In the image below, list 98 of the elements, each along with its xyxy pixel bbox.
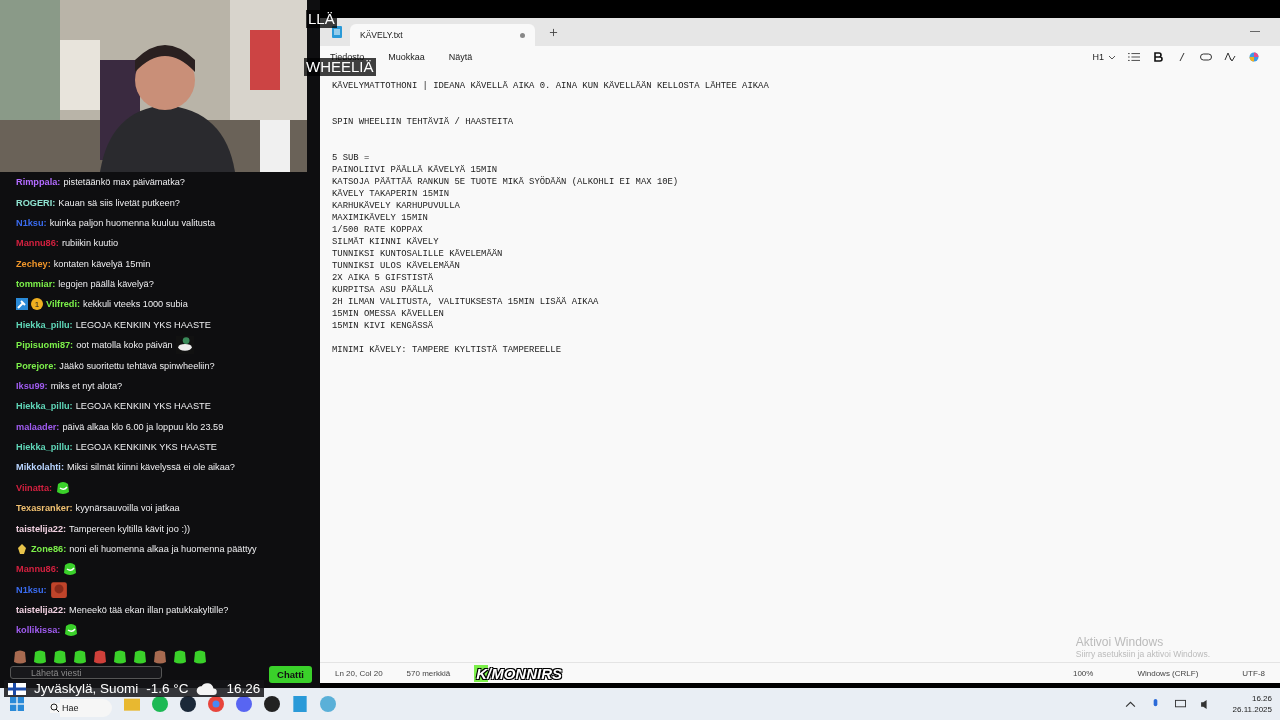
message-field[interactable]: Lähetä viesti	[10, 666, 162, 680]
zoom-level: 100%	[1072, 668, 1094, 678]
text-line: MINIMI KÄVELY: TAMPERE KYLTISTÄ TAMPEREELLE	[332, 344, 562, 356]
chat-username[interactable]: Rimppala:	[16, 177, 61, 188]
chat-username[interactable]: Texasranker:	[16, 503, 73, 514]
text-line: KURPITSA ASU PÄÄLLÄ	[332, 284, 435, 296]
text-line: 15MIN OMESSA KÄVELLEN	[332, 308, 445, 320]
flag-icon	[8, 682, 26, 695]
chat-message: kuinka paljon huomenna kuuluu valitusta	[49, 217, 216, 228]
menu-item[interactable]: Muokkaa	[388, 52, 425, 62]
chat-username[interactable]: ROGERI:	[16, 197, 56, 208]
hammer-icon	[16, 298, 28, 311]
chat-message: LEGOJA KENKIIN YKS HAASTE	[75, 401, 211, 412]
chat-username[interactable]: Zechey:	[16, 258, 51, 269]
weather-time: 16.26	[226, 680, 261, 697]
chat-username[interactable]: Vilfredi:	[46, 299, 81, 310]
chat-username[interactable]: tommiar:	[16, 279, 56, 290]
file-tab[interactable]: KÄVELY.txt	[350, 24, 535, 46]
chat-message: miks et nyt alota?	[50, 380, 123, 391]
overlay-title: LLÄ	[306, 10, 337, 28]
text-line: PAINOLIIVI PÄÄLLÄ KÄVELYÄ 15MIN	[332, 164, 499, 176]
text-line: TUNNIKSI KUNTOSALILLE KÄVELEMÄÄN	[332, 248, 504, 260]
chat-message: Kauan sä siis livetät putkeen?	[58, 197, 180, 208]
chat-message: noni eli huomenna alkaa ja huomenna päättyy	[69, 543, 257, 554]
encoding: UTF-8	[1242, 668, 1265, 678]
text-line: 15MIN KIVI KENGÄSSÄ	[332, 320, 435, 332]
text-line: TUNNIKSI ULOS KÄVELEMÄÄN	[332, 260, 461, 272]
chat-username[interactable]: Pipisuomi87:	[16, 340, 74, 351]
chat-message: pistetäänkö max päivämatka?	[63, 177, 185, 188]
activation-title: Aktivoi Windows	[1075, 636, 1165, 648]
text-line: MAXIMIKÄVELY 15MIN	[332, 212, 429, 224]
chat-message: Meneekö tää ekan illan patukkakyltille?	[69, 605, 229, 616]
character-count: 570 merkkiä	[406, 668, 451, 678]
cursor-position: Ln 20, Col 20	[335, 668, 383, 678]
notepad-icon[interactable]	[292, 696, 308, 712]
chat-message: oot matolla koko päivän	[76, 340, 173, 351]
bits-icon	[16, 542, 28, 555]
chat-message: LEGOJA KENKIIN YKS HAASTE	[75, 319, 211, 330]
chat-username[interactable]: Mannu86:	[16, 564, 59, 575]
badge: 1	[31, 298, 43, 311]
send-button[interactable]: Chatti	[269, 666, 312, 684]
add-tab-icon[interactable]	[549, 27, 558, 37]
text-line: KÄVELYMATTOTHONI | IDEANA KÄVELLÄ AIKA 0. AINA KUN KÄVELLÄÄN KELLOSTA LÄHTEE AIKAA	[332, 80, 770, 92]
search-icon	[50, 703, 60, 713]
browser-icon[interactable]	[208, 696, 224, 712]
chat-username[interactable]: N1ksu:	[16, 584, 47, 595]
text-line: KARHUKÄVELY KARHUPUVULLA	[332, 200, 461, 212]
chat-username[interactable]: kollikissa:	[16, 625, 61, 636]
text-line: 5 SUB =	[332, 152, 371, 164]
chat-username[interactable]: Mannu86:	[16, 238, 59, 249]
text-line: KATSOJA PÄÄTTÄÄ RANKUN 5E TUOTE MIKÄ SYÖDÄÄN (ALKOHLI EI MAX 10E)	[332, 176, 680, 188]
chat-message: Miksi silmät kiinni kävelyssä ei ole aikaa?	[67, 462, 235, 473]
minimize-icon[interactable]	[1250, 31, 1260, 33]
chat-message: kontaten kävelyä 15min	[53, 258, 151, 269]
cloud-icon	[196, 682, 219, 695]
text-line: KÄVELY TAKAPERIN 15MIN	[332, 188, 451, 200]
chat-username[interactable]: Hiekka_pillu:	[16, 319, 73, 330]
chat-message: kekkuli vteeks 1000 subia	[83, 299, 188, 310]
overlay-title: WHEELIÄ	[304, 58, 376, 76]
menu-item[interactable]: Näytä	[448, 52, 473, 62]
text-line: SPIN WHEELIIN TEHTÄVIÄ / HAASTEITA	[332, 116, 515, 128]
chevron-down-icon[interactable]	[1108, 54, 1116, 60]
chat-username[interactable]: Porejore:	[16, 360, 57, 371]
chat-message: kyynärsauvoilla voi jatkaa	[75, 503, 180, 514]
text-line: 2X AIKA 5 GIFSTISTÄ	[332, 272, 435, 284]
chat-username[interactable]: Hiekka_pillu:	[16, 442, 73, 453]
chat-message: päivä alkaa klo 6.00 ja loppuu klo 23.59	[62, 421, 224, 432]
chat-username[interactable]: Mikkolahti:	[16, 462, 64, 473]
chat-message: Jääkö suoritettu tehtävä spinwheeliin?	[59, 360, 215, 371]
chat-username[interactable]: taistelija22:	[16, 605, 67, 616]
chat-username[interactable]: Hiekka_pillu:	[16, 401, 73, 412]
text-line: SILMÄT KIINNI KÄVELY	[332, 236, 440, 248]
text-line: 1/500 RATE KOPPAX	[332, 224, 424, 236]
chat-message: legojen päällä kävelyä?	[58, 279, 154, 290]
list-icon[interactable]	[1128, 52, 1140, 62]
chat-username[interactable]: Iksu99:	[16, 380, 48, 391]
chat-message: rubiikin kuutio	[61, 238, 119, 249]
chat-username[interactable]: Viinatta:	[16, 482, 53, 493]
chat-username[interactable]: malaader:	[16, 421, 60, 432]
start-icon[interactable]	[10, 697, 24, 711]
line-ending: Windows (CRLF)	[1137, 668, 1199, 678]
weather-temperature: -1.6 °C	[146, 680, 189, 697]
text-line: 2H ILMAN VALITUSTA, VALITUKSESTA 15MIN LISÄÄ AIKAA	[332, 296, 600, 308]
heading-dropdown[interactable]: H1	[1092, 52, 1104, 62]
copilot-icon[interactable]	[1248, 52, 1260, 62]
chat-username[interactable]: N1ksu:	[16, 217, 47, 228]
clock-date[interactable]: 26.11.2025	[1232, 705, 1272, 714]
chat-message: Tampereen kyltillä kävit joo :))	[69, 523, 191, 534]
bold-icon[interactable]	[1152, 52, 1164, 62]
folder-icon[interactable]	[124, 696, 140, 712]
chat-username[interactable]: taistelija22:	[16, 523, 67, 534]
chevron-up-icon[interactable]	[1124, 698, 1136, 710]
weather-city: Jyväskylä, Suomi	[34, 680, 139, 697]
chat-username[interactable]: Zone86:	[31, 543, 67, 554]
search-box[interactable]: Hae	[60, 699, 112, 717]
notepad-icon	[332, 26, 342, 38]
clock-time[interactable]: 16.26	[1251, 694, 1272, 703]
chat-message: LEGOJA KENKIINK YKS HAASTE	[75, 442, 217, 453]
